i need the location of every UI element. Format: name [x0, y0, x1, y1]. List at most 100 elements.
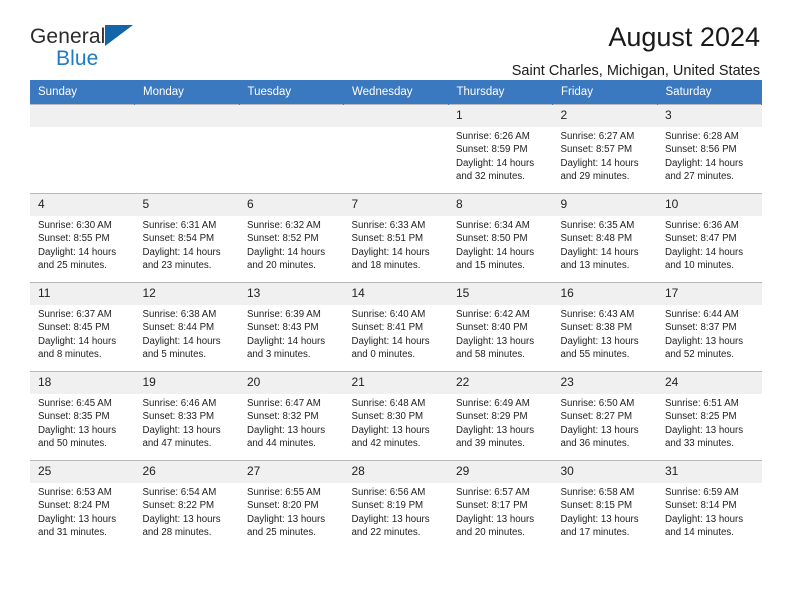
calendar-empty-cell	[239, 104, 344, 194]
calendar-empty-cell	[343, 104, 448, 194]
daylight-text-line1: Daylight: 14 hours	[456, 246, 535, 258]
day-number: 31	[657, 461, 762, 483]
calendar-day-cell[interactable]: 28 Sunrise: 6:56 AM Sunset: 8:19 PM Dayligh…	[343, 460, 448, 550]
weekday-header-tuesday: Tuesday	[239, 80, 344, 105]
calendar-day-cell[interactable]: 15 Sunrise: 6:42 AM Sunset: 8:40 PM Dayligh…	[448, 282, 553, 372]
calendar-day-cell[interactable]: 8 Sunrise: 6:34 AM Sunset: 8:50 PM Daylight…	[448, 193, 553, 283]
calendar-week-row: 4 Sunrise: 6:30 AM Sunset: 8:55 PM Daylight…	[30, 193, 762, 283]
calendar-day-cell[interactable]: 7 Sunrise: 6:33 AM Sunset: 8:51 PM Daylight…	[343, 193, 448, 283]
calendar-day-cell[interactable]: 3 Sunrise: 6:28 AM Sunset: 8:56 PM Daylight…	[657, 104, 762, 194]
day-sun-info: Sunrise: 6:38 AM Sunset: 8:44 PM Daylight:…	[135, 305, 240, 362]
sunset-text: Sunset: 8:20 PM	[247, 500, 319, 512]
day-number: 8	[448, 194, 553, 216]
calendar-empty-cell	[134, 104, 239, 194]
daylight-text-line2: and 42 minutes.	[351, 438, 421, 450]
sunset-text: Sunset: 8:37 PM	[665, 322, 737, 334]
sunrise-text: Sunrise: 6:28 AM	[665, 131, 739, 142]
weekday-header-saturday: Saturday	[657, 80, 762, 105]
sunset-text: Sunset: 8:59 PM	[456, 144, 528, 156]
calendar-week-row: 25 Sunrise: 6:53 AM Sunset: 8:24 PM Dayligh…	[30, 460, 762, 550]
calendar-day-cell[interactable]: 11 Sunrise: 6:37 AM Sunset: 8:45 PM Dayligh…	[30, 282, 135, 372]
calendar-day-cell[interactable]: 25 Sunrise: 6:53 AM Sunset: 8:24 PM Dayligh…	[30, 460, 135, 550]
day-sun-info: Sunrise: 6:53 AM Sunset: 8:24 PM Daylight:…	[30, 483, 135, 540]
calendar-day-cell[interactable]: 21 Sunrise: 6:48 AM Sunset: 8:30 PM Dayligh…	[343, 371, 449, 461]
sunrise-text: Sunrise: 6:48 AM	[351, 398, 426, 409]
calendar-day-cell[interactable]: 6 Sunrise: 6:32 AM Sunset: 8:52 PM Daylight…	[239, 193, 344, 283]
day-sun-info: Sunrise: 6:49 AM Sunset: 8:29 PM Daylight:…	[448, 394, 553, 451]
daylight-text-line1: Daylight: 13 hours	[560, 513, 639, 525]
sunset-text: Sunset: 8:19 PM	[351, 500, 424, 512]
sunset-text: Sunset: 8:22 PM	[142, 500, 215, 512]
day-number: 6	[239, 194, 344, 216]
calendar-day-cell[interactable]: 16 Sunrise: 6:43 AM Sunset: 8:38 PM Dayligh…	[552, 282, 657, 372]
sunrise-text: Sunrise: 6:42 AM	[456, 309, 530, 320]
logo-triangle-icon	[105, 25, 133, 46]
day-number: 30	[552, 461, 657, 483]
calendar-day-cell[interactable]: 22 Sunrise: 6:49 AM Sunset: 8:29 PM Dayligh…	[448, 371, 553, 461]
calendar-day-cell[interactable]: 9 Sunrise: 6:35 AM Sunset: 8:48 PM Daylight…	[552, 193, 658, 283]
daylight-text-line2: and 15 minutes.	[456, 260, 525, 272]
daylight-text-line2: and 10 minutes.	[665, 260, 734, 272]
sunset-text: Sunset: 8:56 PM	[665, 144, 737, 156]
calendar-day-cell[interactable]: 23 Sunrise: 6:50 AM Sunset: 8:27 PM Dayligh…	[552, 371, 657, 461]
day-sun-info: Sunrise: 6:35 AM Sunset: 8:48 PM Daylight:…	[553, 216, 658, 273]
calendar-day-cell[interactable]: 2 Sunrise: 6:27 AM Sunset: 8:57 PM Daylight…	[552, 104, 658, 194]
sunset-text: Sunset: 8:43 PM	[247, 322, 319, 334]
calendar-day-cell[interactable]: 1 Sunrise: 6:26 AM Sunset: 8:59 PM Daylight…	[448, 104, 553, 194]
daylight-text-line2: and 20 minutes.	[247, 260, 316, 272]
calendar-day-cell[interactable]: 17 Sunrise: 6:44 AM Sunset: 8:37 PM Dayligh…	[657, 282, 762, 372]
sunrise-text: Sunrise: 6:51 AM	[665, 398, 739, 409]
calendar-day-cell[interactable]: 18 Sunrise: 6:45 AM Sunset: 8:35 PM Dayligh…	[30, 371, 135, 461]
day-sun-info: Sunrise: 6:48 AM Sunset: 8:30 PM Daylight:…	[344, 394, 449, 451]
day-sun-info: Sunrise: 6:27 AM Sunset: 8:57 PM Daylight:…	[553, 127, 658, 184]
daylight-text-line2: and 29 minutes.	[560, 171, 630, 183]
calendar-day-cell[interactable]: 19 Sunrise: 6:46 AM Sunset: 8:33 PM Dayligh…	[134, 371, 239, 461]
daylight-text-line1: Daylight: 13 hours	[247, 424, 326, 436]
weekday-header-thursday: Thursday	[448, 80, 553, 105]
daylight-text-line1: Daylight: 14 hours	[560, 157, 639, 169]
daylight-text-line1: Daylight: 14 hours	[247, 335, 326, 347]
daylight-text-line2: and 0 minutes.	[351, 349, 416, 361]
daylight-text-line1: Daylight: 13 hours	[247, 513, 326, 525]
sunset-text: Sunset: 8:52 PM	[247, 233, 319, 245]
calendar-day-cell[interactable]: 30 Sunrise: 6:58 AM Sunset: 8:15 PM Dayligh…	[552, 460, 657, 550]
day-sun-info: Sunrise: 6:54 AM Sunset: 8:22 PM Daylight:…	[135, 483, 240, 540]
general-blue-logo[interactable]: General Blue	[30, 22, 145, 70]
logo-text-general: General	[30, 25, 106, 48]
day-sun-info: Sunrise: 6:59 AM Sunset: 8:14 PM Daylight:…	[657, 483, 762, 540]
sunrise-text: Sunrise: 6:54 AM	[142, 487, 217, 498]
day-sun-info: Sunrise: 6:42 AM Sunset: 8:40 PM Daylight:…	[448, 305, 553, 362]
sunset-text: Sunset: 8:14 PM	[665, 500, 737, 512]
day-number: 24	[657, 372, 762, 394]
weekday-header-friday: Friday	[552, 80, 658, 105]
day-number: 7	[343, 194, 448, 216]
day-sun-info: Sunrise: 6:26 AM Sunset: 8:59 PM Daylight:…	[448, 127, 553, 184]
day-number: 3	[657, 105, 762, 127]
calendar-day-cell[interactable]: 12 Sunrise: 6:38 AM Sunset: 8:44 PM Dayligh…	[134, 282, 240, 372]
daylight-text-line1: Daylight: 14 hours	[560, 246, 639, 258]
day-number: 5	[134, 194, 239, 216]
day-number: 18	[30, 372, 135, 394]
daylight-text-line1: Daylight: 14 hours	[665, 246, 744, 258]
sunset-text: Sunset: 8:50 PM	[456, 233, 528, 245]
calendar-day-cell[interactable]: 31 Sunrise: 6:59 AM Sunset: 8:14 PM Dayligh…	[657, 460, 762, 550]
calendar-day-cell[interactable]: 26 Sunrise: 6:54 AM Sunset: 8:22 PM Dayligh…	[134, 460, 240, 550]
calendar-day-cell[interactable]: 29 Sunrise: 6:57 AM Sunset: 8:17 PM Dayligh…	[448, 460, 553, 550]
calendar-day-cell[interactable]: 14 Sunrise: 6:40 AM Sunset: 8:41 PM Dayligh…	[343, 282, 448, 372]
calendar-day-cell[interactable]: 27 Sunrise: 6:55 AM Sunset: 8:20 PM Dayligh…	[239, 460, 344, 550]
daylight-text-line2: and 28 minutes.	[142, 527, 212, 539]
calendar-day-cell[interactable]: 13 Sunrise: 6:39 AM Sunset: 8:43 PM Dayligh…	[239, 282, 344, 372]
day-number: 11	[30, 283, 135, 305]
day-sun-info: Sunrise: 6:51 AM Sunset: 8:25 PM Daylight:…	[657, 394, 762, 451]
daylight-text-line2: and 44 minutes.	[247, 438, 316, 450]
calendar-day-cell[interactable]: 4 Sunrise: 6:30 AM Sunset: 8:55 PM Daylight…	[30, 193, 135, 283]
daylight-text-line1: Daylight: 14 hours	[665, 157, 744, 169]
calendar-day-cell[interactable]: 24 Sunrise: 6:51 AM Sunset: 8:25 PM Dayligh…	[657, 371, 762, 461]
calendar-day-cell[interactable]: 5 Sunrise: 6:31 AM Sunset: 8:54 PM Daylight…	[134, 193, 239, 283]
day-number: 14	[343, 283, 448, 305]
daylight-text-line1: Daylight: 14 hours	[142, 335, 221, 347]
calendar-day-cell[interactable]: 20 Sunrise: 6:47 AM Sunset: 8:32 PM Dayligh…	[239, 371, 344, 461]
calendar-day-cell[interactable]: 10 Sunrise: 6:36 AM Sunset: 8:47 PM Dayligh…	[657, 193, 762, 283]
sunset-text: Sunset: 8:48 PM	[560, 233, 633, 245]
day-number: 22	[448, 372, 553, 394]
